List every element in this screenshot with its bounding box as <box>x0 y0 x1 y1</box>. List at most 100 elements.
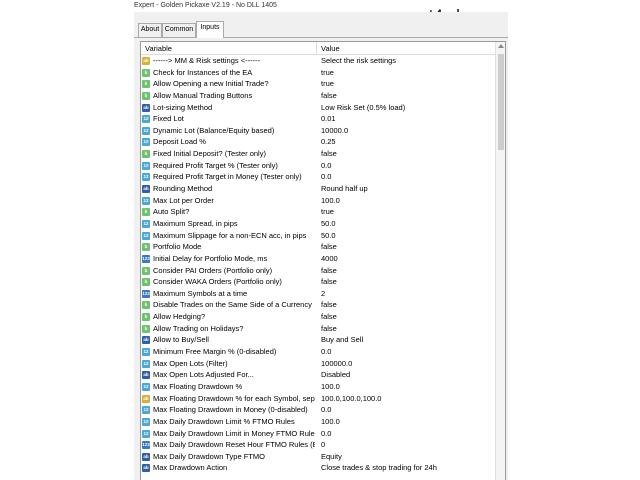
variable-value[interactable]: false <box>321 241 493 253</box>
table-row[interactable]: 12 Fixed Lot 0.01 <box>141 113 495 125</box>
scroll-up-arrow-icon[interactable] <box>498 44 504 48</box>
variable-value[interactable]: 100.0,100.0,100.0 <box>321 393 493 405</box>
table-row[interactable]: 12 Max Floating Drawdown % 100.0 <box>141 381 495 393</box>
tab-inputs[interactable]: Inputs <box>196 21 224 38</box>
enum-type-icon: ab <box>142 336 150 345</box>
table-row[interactable]: b Allow Trading on Holidays? false <box>141 323 495 335</box>
table-row[interactable]: 123 Initial Delay for Portfolio Mode, ms 4… <box>141 253 495 265</box>
variable-name: Allow Trading on Holidays? <box>153 323 244 333</box>
variable-value[interactable]: false <box>321 265 493 277</box>
variable-value[interactable]: 0 <box>321 439 493 451</box>
table-row[interactable]: ab Max Drawdown Action Close trades & stop… <box>141 462 495 474</box>
table-row[interactable]: b Consider WAKA Orders (Portfolio only) fa… <box>141 276 495 288</box>
variable-value[interactable]: false <box>321 276 493 288</box>
variable-value[interactable]: 0.01 <box>321 113 493 125</box>
table-row[interactable]: 12 Deposit Load % 0.25 <box>141 136 495 148</box>
table-row[interactable]: b Auto Split? true <box>141 206 495 218</box>
table-row[interactable]: b Disable Trades on the Same Side of a Cu… <box>141 299 495 311</box>
bool-type-icon: b <box>142 301 150 310</box>
table-row[interactable]: ab Rounding Method Round half up <box>141 183 495 195</box>
int-type-icon: 123 <box>142 289 150 298</box>
table-row[interactable]: 12 Max Floating Drawdown in Money (0-disa… <box>141 404 495 416</box>
variable-value[interactable]: Disabled <box>321 369 493 381</box>
variable-name: Max Open Lots Adjusted For... <box>153 370 254 380</box>
tab-bar: About Common Inputs <box>134 21 508 38</box>
table-row[interactable]: 12 Maximum Slippage for a non-ECN acc, in… <box>141 230 495 242</box>
table-row[interactable]: ab Max Floating Drawdown % for each Symbo… <box>141 393 495 405</box>
table-row[interactable]: 12 Max Daily Drawdown Limit in Money FTMO… <box>141 428 495 440</box>
table-row[interactable]: b Allow Hedging? false <box>141 311 495 323</box>
table-row[interactable]: b Allow Opening a new Initial Trade? true <box>141 78 495 90</box>
variable-value[interactable]: Equity <box>321 451 493 463</box>
variable-name: Auto Split? <box>153 207 190 217</box>
variable-name: Portfolio Mode <box>153 242 202 252</box>
variable-value[interactable]: 50.0 <box>321 218 493 230</box>
variable-value[interactable]: 4000 <box>321 253 493 265</box>
variable-value[interactable]: true <box>321 67 493 79</box>
variable-value[interactable]: Round half up <box>321 183 493 195</box>
table-row[interactable]: 12 Minimum Free Margin % (0-disabled) 0.0 <box>141 346 495 358</box>
tab-about[interactable]: About <box>138 23 162 37</box>
variable-value[interactable]: false <box>321 148 493 160</box>
table-row[interactable]: ab Max Open Lots Adjusted For... Disabled <box>141 369 495 381</box>
variable-value[interactable]: true <box>321 78 493 90</box>
table-row[interactable]: 12 Maximum Spread, in pips 50.0 <box>141 218 495 230</box>
variable-name: Required Profit Target in Money (Tester … <box>153 172 302 182</box>
scrollbar-thumb[interactable] <box>498 54 504 150</box>
variable-value[interactable]: false <box>321 323 493 335</box>
table-row[interactable]: b Consider PAI Orders (Portfolio only) fal… <box>141 265 495 277</box>
grid-header: Variable Value <box>141 42 495 55</box>
variable-value[interactable]: Low Risk Set (0.5% load) <box>321 102 493 114</box>
variable-name: Minimum Free Margin % (0-disabled) <box>153 347 277 357</box>
table-row[interactable]: 12 Max Daily Drawdown Limit % FTMO Rules 1… <box>141 416 495 428</box>
variable-value[interactable]: true <box>321 206 493 218</box>
table-row[interactable]: b Check for Instances of the EA true <box>141 67 495 79</box>
expert-properties-dialog: About Common Inputs Variable Value ab ---… <box>134 12 508 480</box>
table-row[interactable]: ab Allow to Buy/Sell Buy and Sell <box>141 334 495 346</box>
variable-value[interactable]: 0.0 <box>321 428 493 440</box>
table-row[interactable]: 12 Required Profit Target % (Tester only)… <box>141 160 495 172</box>
table-row[interactable]: b Portfolio Mode false <box>141 241 495 253</box>
variable-value[interactable]: false <box>321 299 493 311</box>
table-row[interactable]: 12 Max Open Lots (Filter) 100000.0 <box>141 358 495 370</box>
table-row[interactable]: ab ------> MM & Risk settings <------ Sele… <box>141 55 495 67</box>
column-header-variable[interactable]: Variable <box>141 42 316 55</box>
variable-name: Allow Manual Trading Buttons <box>153 90 253 100</box>
enum-type-icon: ab <box>142 185 150 194</box>
bool-type-icon: b <box>142 243 150 252</box>
tab-common[interactable]: Common <box>162 23 196 37</box>
table-row[interactable]: b Allow Manual Trading Buttons false <box>141 90 495 102</box>
variable-value[interactable]: 2 <box>321 288 493 300</box>
variable-value[interactable]: 0.0 <box>321 404 493 416</box>
table-row[interactable]: ab Max Daily Drawdown Type FTMO Equity <box>141 451 495 463</box>
variable-value[interactable]: Select the risk settings <box>321 55 493 67</box>
table-row[interactable]: 123 Max Daily Drawdown Reset Hour FTMO Ru… <box>141 439 495 451</box>
table-row[interactable]: 123 Maximum Symbols at a time 2 <box>141 288 495 300</box>
variable-value[interactable]: Close trades & stop trading for 24h <box>321 462 493 474</box>
variable-value[interactable]: 0.0 <box>321 171 493 183</box>
variable-value[interactable]: 0.25 <box>321 136 493 148</box>
variable-value[interactable]: 50.0 <box>321 230 493 242</box>
variable-value[interactable]: 0.0 <box>321 160 493 172</box>
dbl-type-icon: 12 <box>142 196 150 205</box>
variable-value[interactable]: 0.0 <box>321 346 493 358</box>
variable-value[interactable]: 10000.0 <box>321 125 493 137</box>
table-row[interactable]: 12 Required Profit Target in Money (Teste… <box>141 171 495 183</box>
table-row[interactable]: ab Lot-sizing Method Low Risk Set (0.5% lo… <box>141 102 495 114</box>
variable-value[interactable]: false <box>321 90 493 102</box>
variable-value[interactable]: 100.0 <box>321 195 493 207</box>
vertical-scrollbar[interactable] <box>495 42 505 480</box>
dbl-type-icon: 12 <box>142 219 150 228</box>
variable-value[interactable]: 100.0 <box>321 381 493 393</box>
variable-value[interactable]: 100000.0 <box>321 358 493 370</box>
variable-value[interactable]: 100.0 <box>321 416 493 428</box>
str-type-icon: ab <box>142 57 150 65</box>
variable-value[interactable]: Buy and Sell <box>321 334 493 346</box>
table-row[interactable]: 12 Dynamic Lot (Balance/Equity based) 1000… <box>141 125 495 137</box>
table-row[interactable]: 12 Max Lot per Order 100.0 <box>141 195 495 207</box>
table-row[interactable]: b Fixed Initial Deposit? (Tester only) fal… <box>141 148 495 160</box>
variable-value[interactable]: false <box>321 311 493 323</box>
dbl-type-icon: 12 <box>142 359 150 368</box>
variable-name: Max Floating Drawdown % <box>153 381 243 391</box>
column-header-value[interactable]: Value <box>317 42 495 55</box>
